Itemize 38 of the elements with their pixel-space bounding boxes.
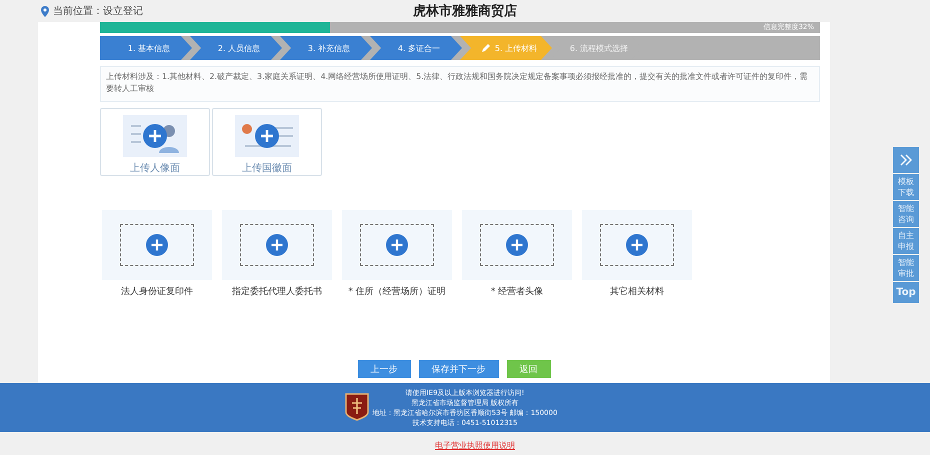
side-tool-button[interactable]: 模板下载 (893, 174, 919, 200)
upload-label: * 住所（经营场所）证明 (348, 286, 446, 298)
add-icon (506, 234, 528, 256)
back-to-top-button[interactable]: Top (893, 282, 919, 303)
add-icon (386, 234, 408, 256)
step-button[interactable]: 保存并下一步 (418, 360, 498, 378)
id-card-upload[interactable]: 上传国徽面 (212, 108, 322, 176)
upload-label: * 经营者头像 (490, 286, 544, 298)
help-link[interactable]: 电子营业执照使用说明 (435, 440, 515, 451)
step-tab[interactable]: 3. 补充信息 (280, 36, 372, 60)
emblem-logo-icon (344, 392, 370, 422)
upload-tile[interactable] (342, 210, 452, 280)
step-button[interactable]: 上一步 (358, 360, 410, 378)
upload-label: 指定委托代理人委托书 (232, 285, 322, 298)
side-tool-button[interactable]: 自主申报 (893, 228, 919, 254)
pencil-icon (480, 43, 491, 53)
upload-label: 其它相关材料 (610, 286, 664, 298)
back-button[interactable]: 返回 (506, 360, 550, 378)
side-tool-button[interactable]: 智能审批 (893, 255, 919, 281)
step-tab[interactable]: 5. 上传材料 (460, 36, 552, 60)
side-tool-button[interactable]: 智能咨询 (893, 201, 919, 227)
id-card-drawing (123, 115, 187, 157)
add-icon (266, 234, 288, 256)
store-title: 虎林市雅雅商贸店 (413, 4, 517, 19)
add-icon (146, 234, 168, 256)
id-card-drawing (235, 115, 299, 157)
upload-label: 法人身份证复印件 (121, 286, 193, 298)
add-icon (626, 234, 648, 256)
upload-tile[interactable] (222, 210, 332, 280)
location-pin-icon (40, 6, 50, 16)
upload-tile[interactable] (582, 210, 692, 280)
breadcrumb: 当前位置：设立登记 (53, 4, 143, 18)
step-tab[interactable]: 4. 多证合一 (370, 36, 462, 60)
upload-tile[interactable] (462, 210, 572, 280)
id-card-upload[interactable]: 上传人像面 (100, 108, 210, 176)
upload-tile[interactable] (102, 210, 212, 280)
step-tab[interactable]: 2. 人员信息 (190, 36, 282, 60)
step-tab[interactable]: 1. 基本信息 (100, 36, 192, 60)
